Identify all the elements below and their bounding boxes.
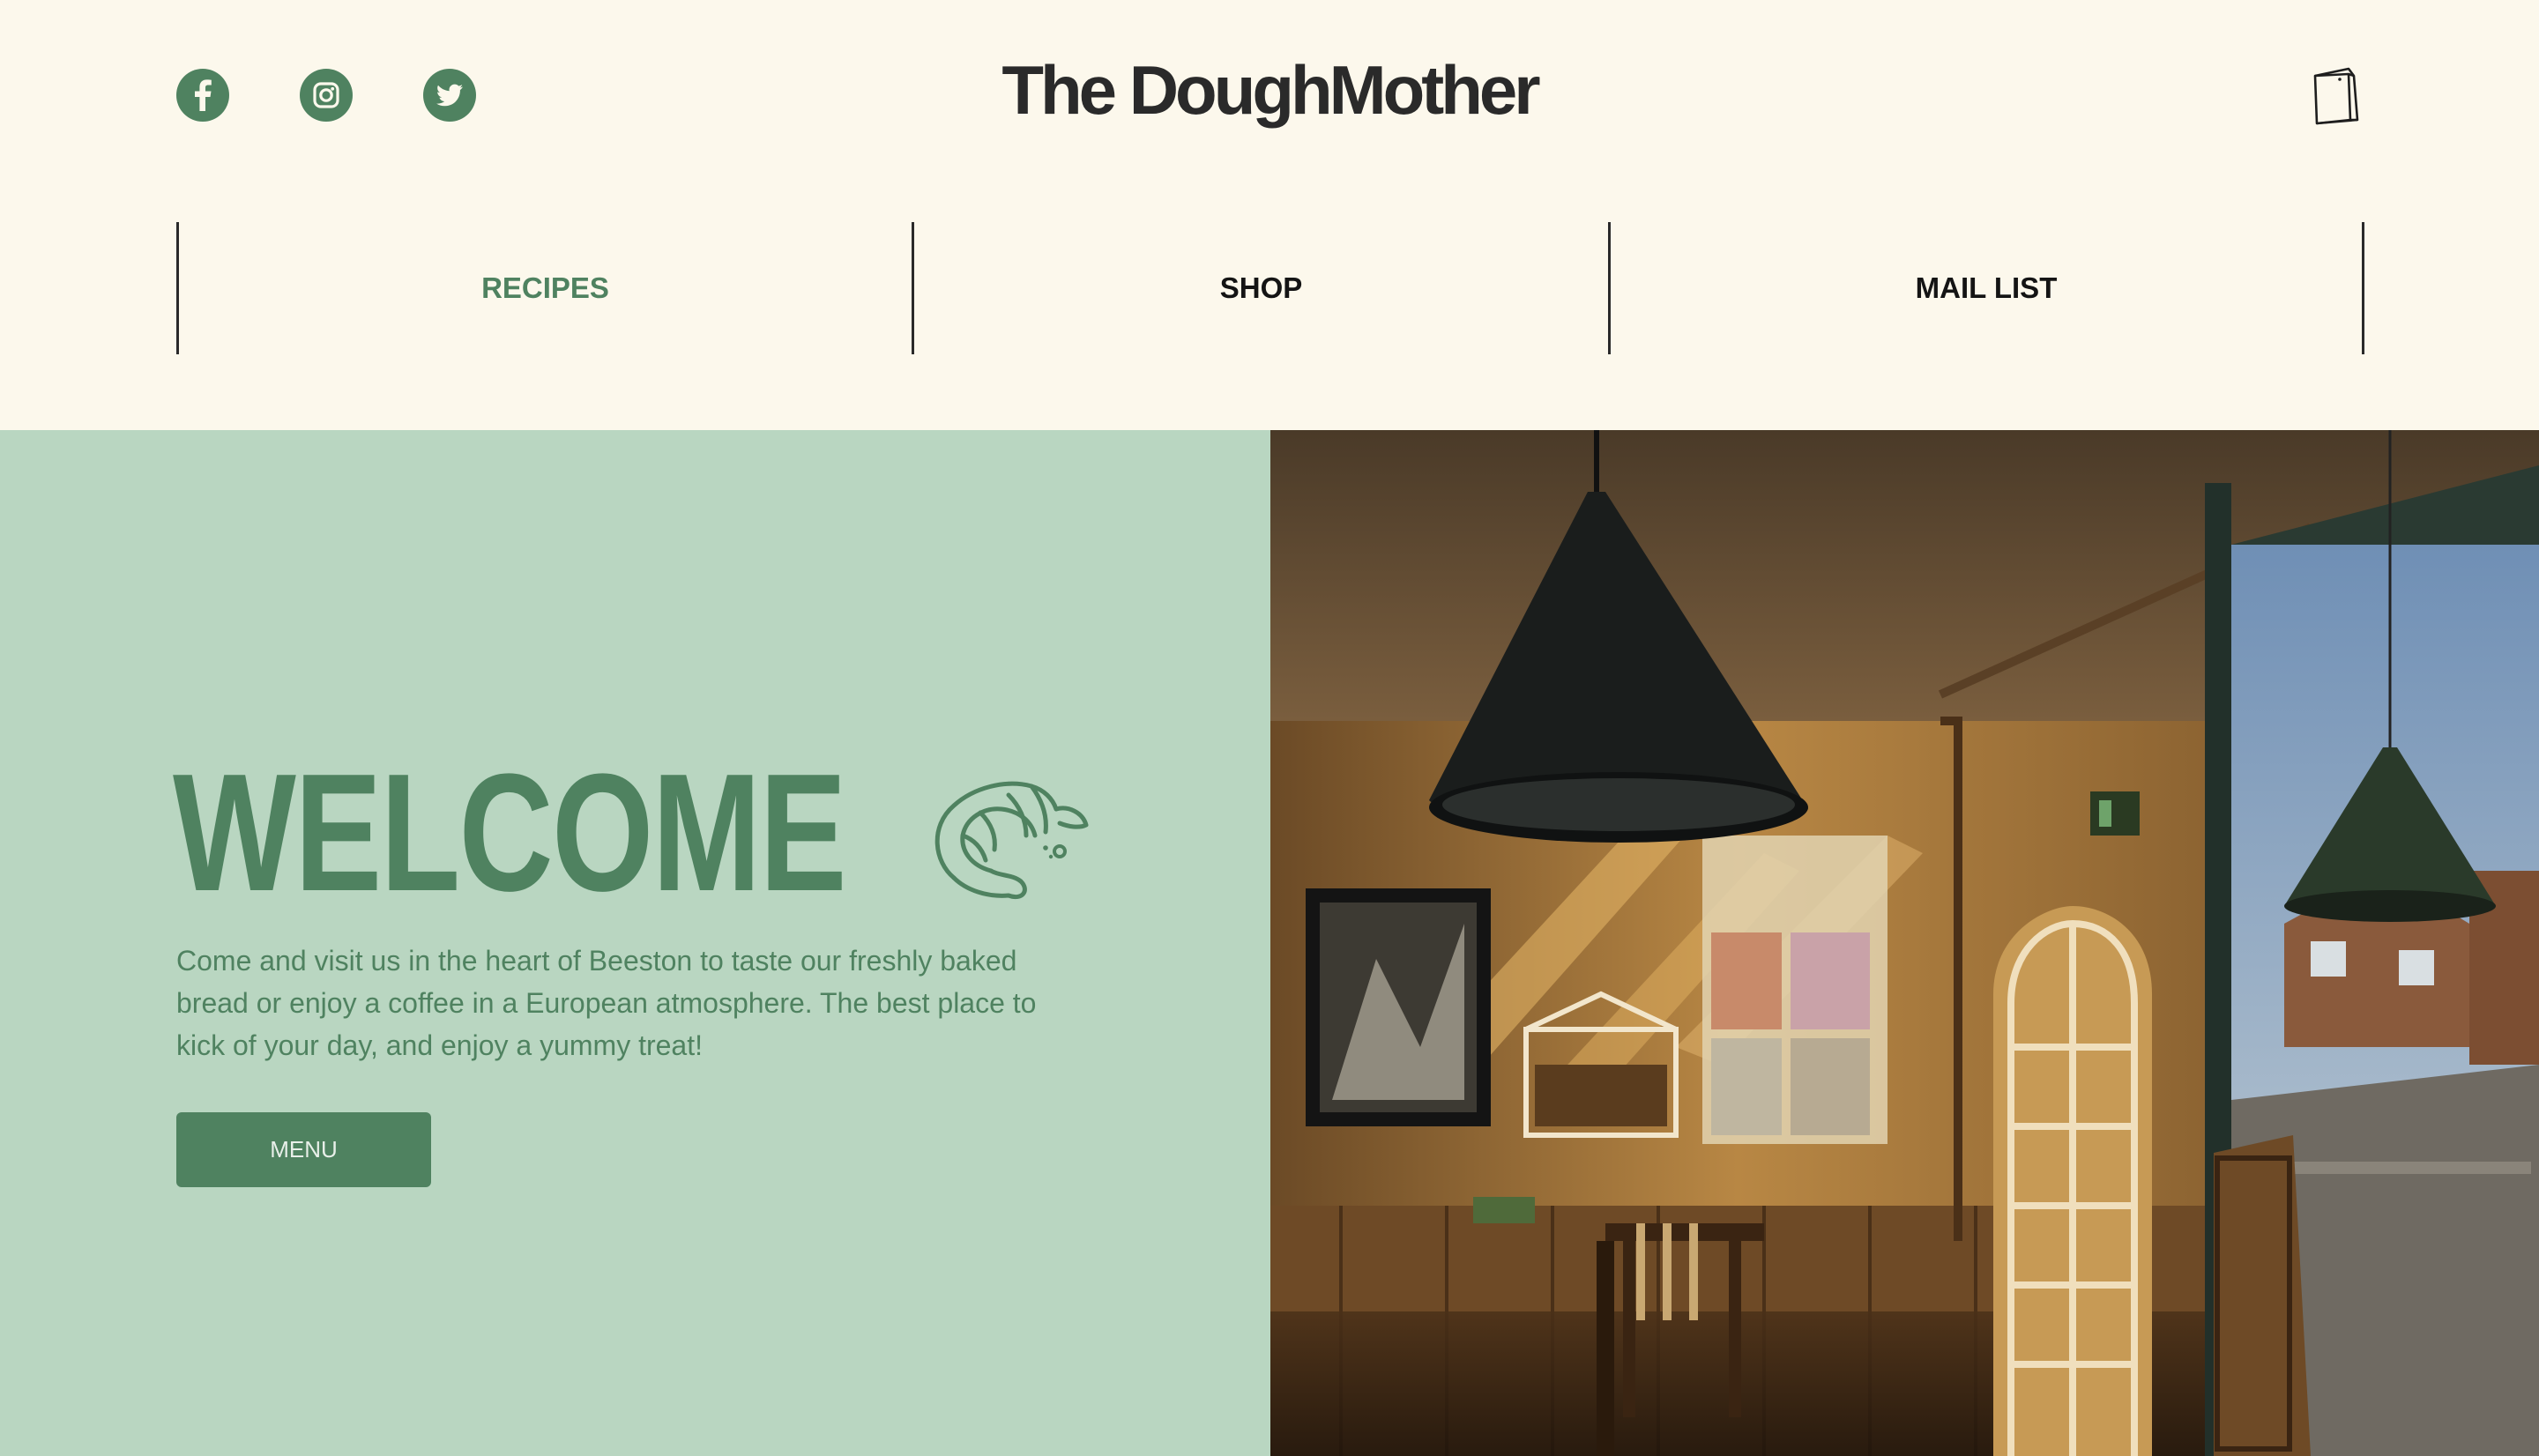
- cafe-interior-photo: [1270, 430, 2539, 1456]
- shopping-bag-icon: [2310, 67, 2364, 130]
- brand-logo[interactable]: The DoughMother: [0, 46, 2539, 134]
- nav-item-shop[interactable]: SHOP: [912, 222, 1608, 354]
- welcome-panel: WELCOME Come and visit us in the heart o…: [0, 430, 1270, 1456]
- intro-text: Come and visit us in the heart of Beesto…: [176, 945, 1037, 1061]
- menu-button[interactable]: MENU: [176, 1112, 431, 1187]
- welcome-title: WELCOME: [173, 739, 846, 926]
- main-nav: RECIPES SHOP MAIL LIST: [176, 222, 2364, 354]
- nav-item-mail-list[interactable]: MAIL LIST: [1608, 222, 2364, 354]
- page: The DoughMother RECIPES SHOP MAIL LIST W…: [0, 0, 2539, 1456]
- site-header: The DoughMother RECIPES SHOP MAIL LIST: [0, 0, 2539, 430]
- croissant-icon: [927, 774, 1095, 906]
- cart-button[interactable]: [2310, 65, 2364, 127]
- nav-item-recipes[interactable]: RECIPES: [176, 222, 912, 354]
